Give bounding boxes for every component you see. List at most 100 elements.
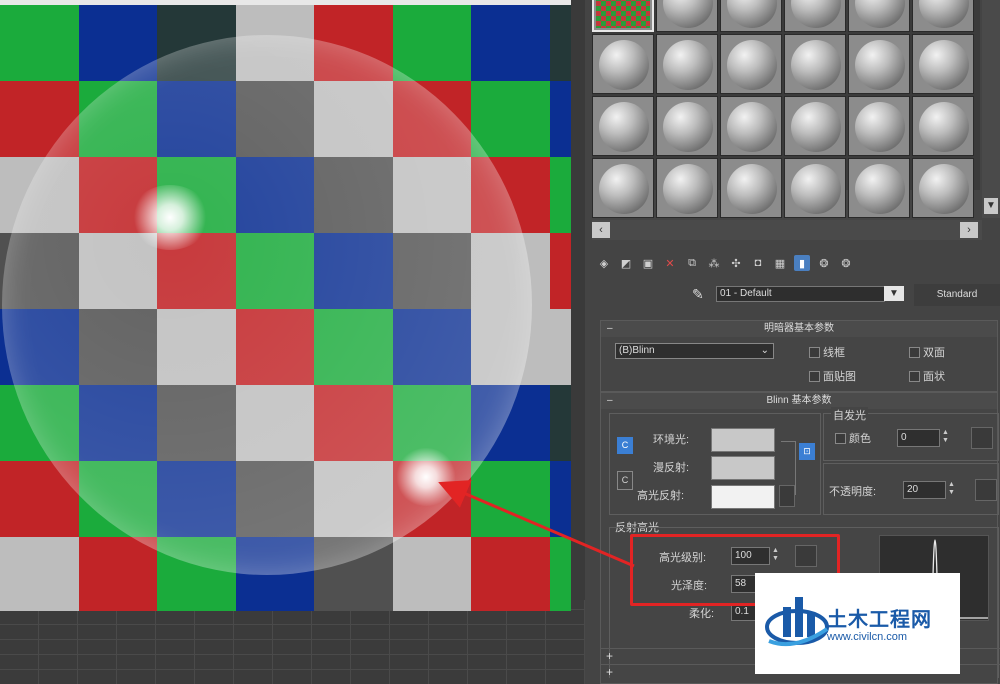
slot-preview-map [596,0,650,28]
material-slot[interactable] [656,0,718,32]
material-slot[interactable] [656,96,718,156]
get-material-icon[interactable]: ◈ [596,255,612,271]
scroll-down-icon[interactable]: ▼ [984,198,998,214]
material-slot[interactable] [592,158,654,218]
slot-preview-sphere [855,0,905,28]
material-preview-viewport[interactable] [0,0,585,684]
logo-icon [765,597,829,647]
lock-icon[interactable]: ⊡ [799,443,815,460]
wire-checkbox[interactable] [809,347,820,358]
checker-tile [471,233,550,309]
scroll-right-icon[interactable]: › [960,222,978,238]
specular-map-button[interactable] [779,485,795,507]
material-slot[interactable] [848,96,910,156]
material-slot[interactable] [720,0,782,32]
put-to-scene-icon[interactable]: ◩ [618,255,634,271]
slot-preview-sphere [791,164,841,214]
material-slot-active[interactable] [592,0,654,32]
collapsed-rollout-2-toggle[interactable]: + [606,665,613,679]
slot-preview-sphere [663,40,713,90]
specular-swatch[interactable] [711,485,775,509]
self-illum-map-button[interactable] [971,427,993,449]
material-slot[interactable] [656,158,718,218]
material-name-field[interactable]: 01 - Default [716,286,885,302]
material-slot[interactable] [912,34,974,94]
assign-icon[interactable]: ▣ [640,255,656,271]
material-slot[interactable] [784,0,846,32]
watermark-title: 土木工程网 [827,609,932,631]
faceted-label: 面状 [923,371,945,383]
material-slot[interactable] [720,158,782,218]
shader-type-value: (B)Blinn [619,345,655,356]
c-lock-lower[interactable]: C [617,471,633,490]
material-slot[interactable] [912,96,974,156]
collapse-toggle[interactable]: – [607,321,613,337]
slots-horizontal-scrollbar[interactable]: ‹ › [592,220,982,240]
eyedropper-icon[interactable]: ✎ [692,286,704,303]
ambient-swatch[interactable] [711,428,775,452]
checker-tile [235,461,314,537]
material-slot[interactable] [784,96,846,156]
material-slot[interactable] [720,96,782,156]
checker-tile [157,81,236,157]
checker-tile [392,537,471,611]
collapse-toggle[interactable]: – [607,393,613,409]
self-illum-value-field[interactable]: 0 [897,429,940,447]
blinn-basic-header[interactable]: – Blinn 基本参数 [601,393,997,409]
put-library-icon[interactable]: ✣ [728,255,744,271]
blinn-basic-title: Blinn 基本参数 [766,395,832,406]
face-map-checkbox[interactable] [809,371,820,382]
show-end-result-icon[interactable]: ▮ [794,255,810,271]
slots-vertical-scrollbar[interactable]: ▼ [982,0,1000,218]
opacity-map-button[interactable] [975,479,997,501]
shader-basic-header[interactable]: – 明暗器基本参数 [601,321,997,337]
material-slot[interactable] [912,158,974,218]
checker-tile [471,385,550,461]
material-slot[interactable] [784,34,846,94]
go-parent-icon[interactable]: ❂ [816,255,832,271]
faceted-checkbox[interactable] [909,371,920,382]
spinner-arrows-icon[interactable]: ▲ ▼ [941,429,950,445]
show-map-icon[interactable]: ▦ [772,255,788,271]
scroll-left-icon[interactable]: ‹ [592,222,610,238]
material-slot[interactable] [784,158,846,218]
material-slot[interactable] [656,34,718,94]
checker-background [0,5,571,611]
c-lock-button[interactable]: C [617,437,633,454]
self-illum-color-checkbox[interactable] [835,433,846,444]
checker-tile [392,5,471,81]
material-slot[interactable] [848,158,910,218]
material-slots-grid[interactable] [592,0,980,218]
checker-tile [471,537,550,611]
slot-preview-sphere [663,102,713,152]
checker-tile [78,233,157,309]
two-sided-label: 双面 [923,347,945,359]
material-slot[interactable] [848,34,910,94]
checker-tile [471,309,550,385]
two-sided-checkbox[interactable] [909,347,920,358]
slot-preview-sphere [855,164,905,214]
make-copy-icon[interactable]: ⧉ [684,255,700,271]
shader-type-dropdown[interactable]: (B)Blinn ⌄ [615,343,774,359]
checker-tile [0,537,79,611]
material-slot[interactable] [592,96,654,156]
unique-icon[interactable]: ⁂ [706,255,722,271]
shader-basic-rollout: – 明暗器基本参数 (B)Blinn ⌄ 线框 双面 面贴图 面状 [600,320,998,392]
go-sibling-icon[interactable]: ❂ [838,255,854,271]
collapsed-rollout-1-toggle[interactable]: + [606,649,613,663]
checker-tile [235,233,314,309]
material-slot[interactable] [592,34,654,94]
chevron-down-icon[interactable]: ▼ [884,286,904,301]
material-slot[interactable] [720,34,782,94]
checker-tile [314,537,393,611]
material-slot[interactable] [848,0,910,32]
spinner-arrows-icon[interactable]: ▲ ▼ [947,481,956,497]
ambient-label: 环境光: [653,434,690,446]
checker-tile [392,157,471,233]
material-type-button[interactable]: Standard [914,284,1000,306]
material-slot[interactable] [912,0,974,32]
delete-icon[interactable]: ✕ [662,255,678,271]
opacity-field[interactable]: 20 [903,481,946,499]
diffuse-swatch[interactable] [711,456,775,480]
material-id-icon[interactable]: ◘ [750,255,766,271]
